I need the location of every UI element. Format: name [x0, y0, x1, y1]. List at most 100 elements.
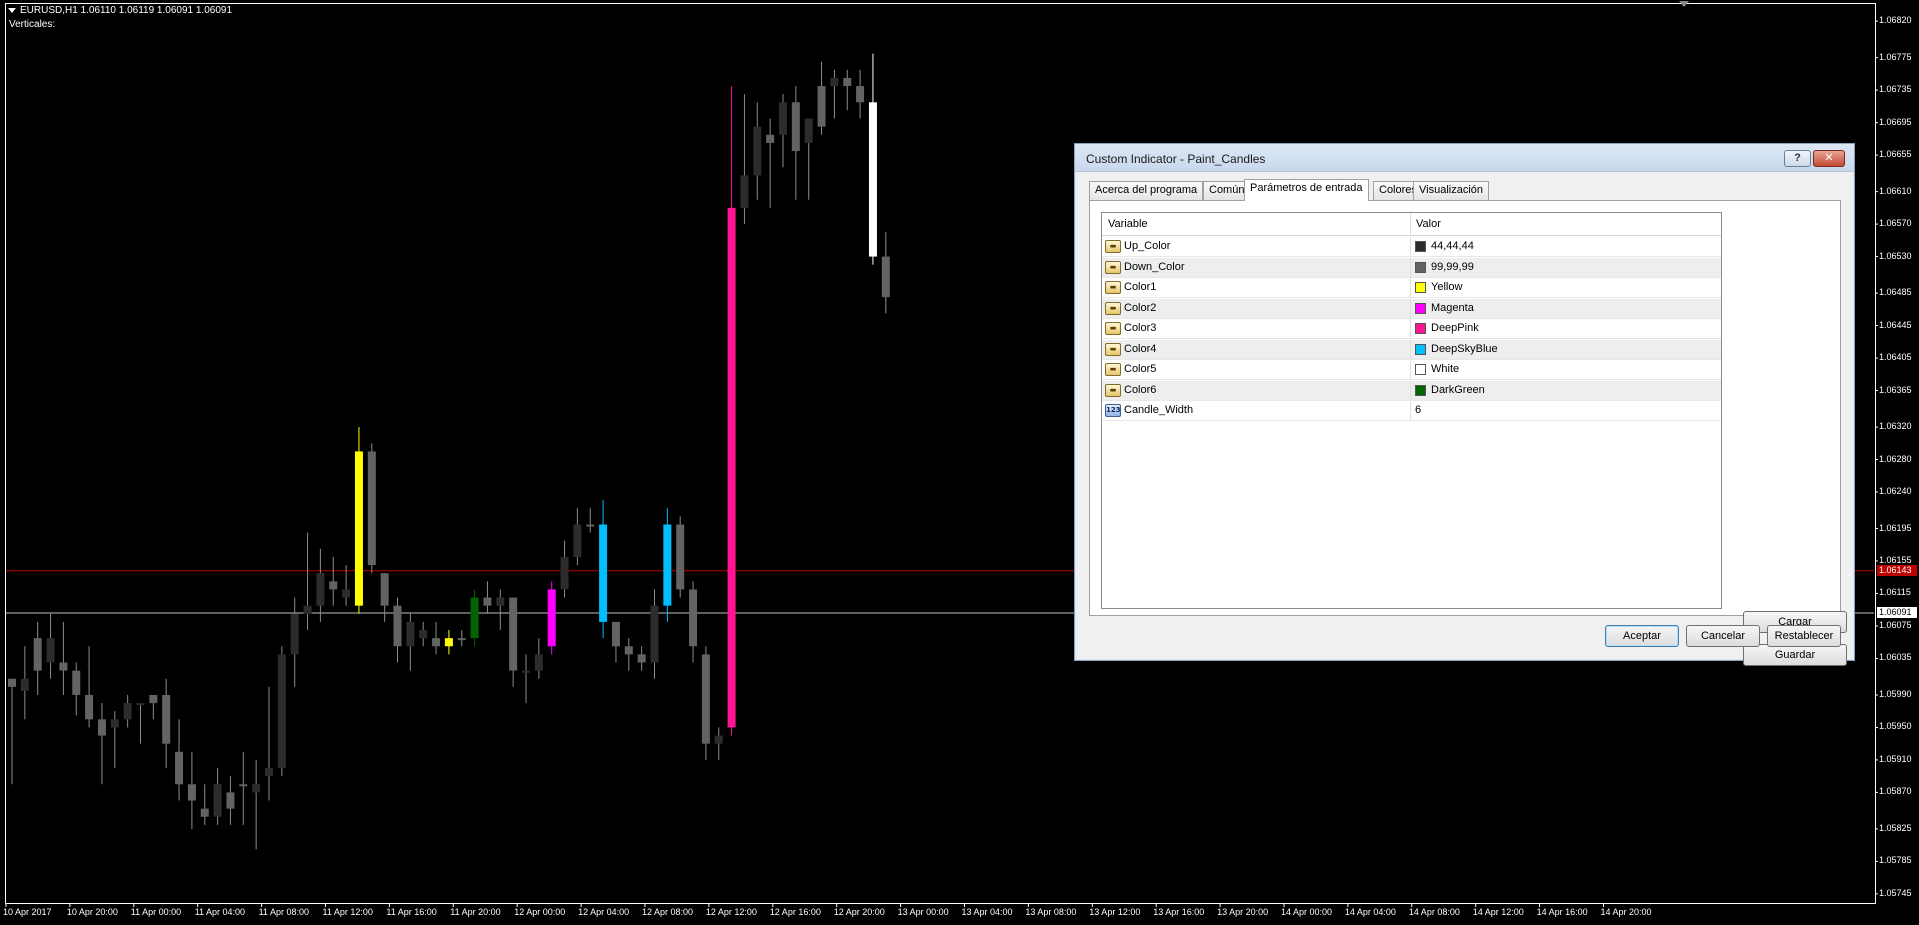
- param-value[interactable]: Yellow: [1431, 281, 1462, 293]
- candle-body: [599, 524, 608, 622]
- time-tick-label: 11 Apr 04:00: [194, 907, 246, 917]
- candle-body: [252, 784, 261, 793]
- price-tick-label: 1.06155: [1879, 555, 1912, 565]
- color-swatch[interactable]: [1415, 241, 1426, 252]
- param-name: Color4: [1124, 342, 1157, 355]
- candle-body: [509, 597, 518, 671]
- terminal-window: EURUSD,H1 1.06110 1.06119 1.06091 1.0609…: [0, 0, 1919, 925]
- row-divider: [1410, 278, 1411, 298]
- candle-body: [676, 524, 685, 590]
- close-button[interactable]: ✕: [1813, 150, 1845, 167]
- time-tick-label: 13 Apr 08:00: [1025, 907, 1077, 917]
- column-header-variable[interactable]: Variable: [1108, 218, 1148, 230]
- parameters-grid[interactable]: Variable Valor ▬ Up_Color 44,44,44 ▬ Down_Co…: [1101, 212, 1722, 609]
- price-tick-label: 1.06280: [1879, 453, 1912, 464]
- indicator-dialog: Custom Indicator - Paint_Candles ? ✕ Ace…: [1074, 143, 1855, 666]
- color-swatch[interactable]: [1415, 302, 1426, 314]
- param-row-color6[interactable]: ▬ Color6 DarkGreen: [1102, 380, 1721, 401]
- help-button[interactable]: ?: [1784, 150, 1811, 167]
- row-divider: [1410, 339, 1411, 360]
- chart-menu-triangle-icon[interactable]: [8, 7, 16, 13]
- candle-body: [637, 654, 646, 663]
- param-name: Color1: [1124, 281, 1157, 293]
- save-button[interactable]: Guardar: [1743, 644, 1847, 666]
- color-swatch[interactable]: [1415, 282, 1426, 293]
- tab-input-parameters[interactable]: Parámetros de entrada: [1244, 179, 1369, 201]
- time-tick-label: 10 Apr 2017: [3, 907, 52, 917]
- color-param-icon: ▬: [1105, 342, 1121, 356]
- ok-button[interactable]: Aceptar: [1605, 625, 1679, 647]
- color-swatch[interactable]: [1415, 364, 1426, 375]
- candle-body: [175, 751, 184, 785]
- param-value[interactable]: 6: [1415, 404, 1421, 416]
- chart-shift-marker-icon[interactable]: [1679, 1, 1689, 7]
- dialog-titlebar[interactable]: Custom Indicator - Paint_Candles ? ✕: [1075, 144, 1854, 172]
- candle-body: [367, 451, 376, 566]
- param-row-color5[interactable]: ▬ Color5 White: [1102, 360, 1721, 380]
- time-tick-label: 14 Apr 00:00: [1281, 907, 1333, 917]
- param-row-down-color[interactable]: ▬ Down_Color 99,99,99: [1102, 257, 1721, 278]
- param-value[interactable]: 44,44,44: [1431, 240, 1474, 252]
- price-tick-label: 1.06775: [1879, 51, 1912, 62]
- bid-price-tag: 1.06091: [1877, 606, 1917, 618]
- color-swatch[interactable]: [1415, 323, 1426, 334]
- candle-body: [470, 597, 479, 639]
- price-tick-label: 1.05950: [1879, 721, 1912, 732]
- price-tick-label: 1.06405: [1879, 352, 1912, 363]
- chart-subtitle: Verticales:: [9, 19, 56, 30]
- time-tick-label: 14 Apr 16:00: [1536, 907, 1588, 917]
- color-swatch[interactable]: [1415, 261, 1426, 273]
- time-tick-label: 12 Apr 00:00: [514, 907, 566, 917]
- candle-body: [59, 662, 68, 671]
- color-swatch[interactable]: [1415, 343, 1426, 355]
- param-row-color3[interactable]: ▬ Color3 DeepPink: [1102, 319, 1721, 339]
- candle-body: [804, 118, 813, 143]
- candle-body: [380, 573, 389, 606]
- param-value[interactable]: Magenta: [1431, 302, 1474, 314]
- tab-about[interactable]: Acerca del programa: [1089, 181, 1204, 200]
- candle-body: [701, 654, 710, 744]
- candle-body: [817, 86, 826, 127]
- color-swatch[interactable]: [1415, 384, 1426, 396]
- candle-body: [753, 126, 762, 176]
- price-tick-label: 1.06115: [1879, 587, 1911, 598]
- time-tick-label: 11 Apr 00:00: [130, 907, 182, 917]
- param-value[interactable]: 99,99,99: [1431, 261, 1474, 273]
- candle-body: [265, 768, 273, 777]
- time-tick-label: 11 Apr 12:00: [322, 907, 373, 917]
- time-tick-label: 13 Apr 12:00: [1089, 907, 1141, 917]
- tab-visualization[interactable]: Visualización: [1413, 181, 1490, 200]
- candle-body: [97, 719, 106, 736]
- cancel-button[interactable]: Cancelar: [1686, 625, 1760, 647]
- param-value[interactable]: White: [1431, 363, 1459, 375]
- param-row-color2[interactable]: ▬ Color2 Magenta: [1102, 298, 1721, 319]
- time-tick-label: 12 Apr 20:00: [833, 907, 885, 917]
- time-tick-label: 13 Apr 00:00: [897, 907, 949, 917]
- dialog-title: Custom Indicator - Paint_Candles: [1086, 152, 1266, 166]
- param-row-candle-width[interactable]: 123 Candle_Width 6: [1102, 401, 1721, 421]
- candle-body: [547, 589, 556, 647]
- param-value[interactable]: DeepPink: [1431, 322, 1479, 334]
- candle-body: [779, 102, 787, 135]
- candle-body: [303, 605, 312, 614]
- time-tick-label: 14 Apr 04:00: [1344, 907, 1396, 917]
- param-name: Color3: [1124, 322, 1157, 334]
- time-tick-label: 10 Apr 20:00: [66, 907, 118, 917]
- column-header-value[interactable]: Valor: [1416, 218, 1441, 230]
- candle-body: [85, 694, 94, 720]
- time-tick-label: 14 Apr 12:00: [1472, 907, 1524, 917]
- column-divider[interactable]: [1410, 213, 1411, 236]
- row-divider: [1410, 319, 1411, 339]
- color-param-icon: ▬: [1105, 363, 1121, 376]
- param-row-color1[interactable]: ▬ Color1 Yellow: [1102, 278, 1721, 298]
- reset-button[interactable]: Restablecer: [1767, 625, 1841, 647]
- row-divider: [1410, 401, 1411, 421]
- color-param-icon: ▬: [1105, 322, 1121, 335]
- price-tick-label: 1.06320: [1879, 421, 1912, 432]
- price-tick-label: 1.06655: [1879, 149, 1912, 160]
- param-row-up-color[interactable]: ▬ Up_Color 44,44,44: [1102, 237, 1721, 257]
- param-row-color4[interactable]: ▬ Color4 DeepSkyBlue: [1102, 339, 1721, 360]
- param-value[interactable]: DarkGreen: [1431, 384, 1485, 396]
- row-divider: [1410, 360, 1411, 380]
- param-value[interactable]: DeepSkyBlue: [1431, 343, 1498, 355]
